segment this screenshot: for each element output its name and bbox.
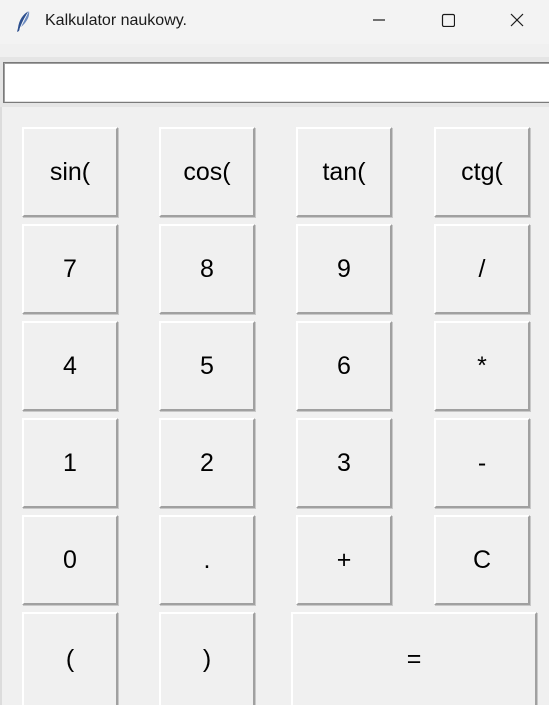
digit-8-button[interactable]: 8 xyxy=(159,224,255,314)
minimize-button[interactable] xyxy=(356,0,402,44)
feather-icon xyxy=(14,10,34,34)
digit-0-button[interactable]: 0 xyxy=(22,515,118,605)
digit-5-button[interactable]: 5 xyxy=(159,321,255,411)
ctg-button[interactable]: ctg( xyxy=(434,127,530,217)
display-input[interactable] xyxy=(3,62,549,103)
digit-9-button[interactable]: 9 xyxy=(296,224,392,314)
close-button[interactable] xyxy=(494,0,540,44)
digit-4-button[interactable]: 4 xyxy=(22,321,118,411)
minus-button[interactable]: - xyxy=(434,418,530,508)
digit-6-button[interactable]: 6 xyxy=(296,321,392,411)
digit-7-button[interactable]: 7 xyxy=(22,224,118,314)
minimize-icon xyxy=(372,13,386,32)
close-paren-button[interactable]: ) xyxy=(159,612,255,705)
digit-1-button[interactable]: 1 xyxy=(22,418,118,508)
title-bar: Kalkulator naukowy. xyxy=(0,0,549,44)
display-container xyxy=(0,57,549,107)
decimal-point-button[interactable]: . xyxy=(159,515,255,605)
tan-button[interactable]: tan( xyxy=(296,127,392,217)
window-title: Kalkulator naukowy. xyxy=(45,12,187,29)
clear-button[interactable]: C xyxy=(434,515,530,605)
maximize-icon xyxy=(441,13,456,32)
digit-3-button[interactable]: 3 xyxy=(296,418,392,508)
equals-button[interactable]: = xyxy=(291,612,537,705)
plus-button[interactable]: + xyxy=(296,515,392,605)
window-edge xyxy=(0,107,2,705)
divide-button[interactable]: / xyxy=(434,224,530,314)
cos-button[interactable]: cos( xyxy=(159,127,255,217)
open-paren-button[interactable]: ( xyxy=(22,612,118,705)
maximize-button[interactable] xyxy=(425,0,471,44)
multiply-button[interactable]: * xyxy=(434,321,530,411)
digit-2-button[interactable]: 2 xyxy=(159,418,255,508)
calculator-window: Kalkulator naukowy. sin( cos( tan( ctg( … xyxy=(0,0,549,705)
close-icon xyxy=(509,12,525,33)
sin-button[interactable]: sin( xyxy=(22,127,118,217)
